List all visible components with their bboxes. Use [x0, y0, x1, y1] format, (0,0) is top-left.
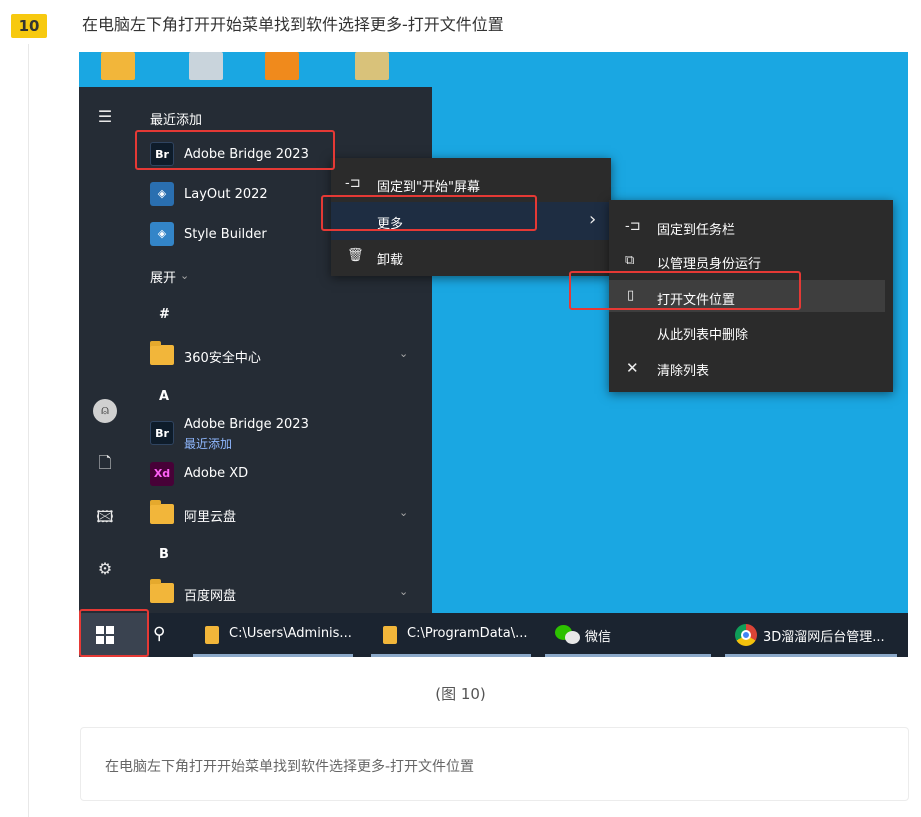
pin-icon: -⊐ — [345, 176, 361, 191]
submenu-item-clear-list[interactable]: 清除列表 — [657, 360, 709, 379]
highlight-box-more — [321, 195, 537, 231]
pictures-icon[interactable]: 🖾 — [93, 505, 117, 529]
user-avatar-icon[interactable]: ⍝ — [93, 399, 117, 423]
note-box: 在电脑左下角打开开始菜单找到软件选择更多-打开文件位置 — [80, 727, 909, 801]
menu-item-pin-to-start[interactable]: 固定到"开始"屏幕 — [377, 176, 480, 195]
desktop-folder-icon[interactable] — [101, 52, 135, 80]
folder-icon — [205, 626, 219, 644]
app-item-baidu-netdisk[interactable]: 百度网盘 — [184, 585, 236, 604]
recent-item-layout[interactable]: LayOut 2022 — [184, 187, 268, 202]
folder-icon — [150, 579, 174, 603]
chevron-down-icon[interactable]: ⌄ — [399, 347, 408, 360]
chevron-right-icon: › — [589, 209, 597, 230]
document-icon[interactable]: 🗋 — [93, 451, 117, 475]
taskbar-item-label: C:\ProgramData\... — [407, 626, 528, 641]
step-number-badge: 10 — [11, 14, 47, 38]
desktop-file-icon[interactable] — [355, 52, 389, 80]
highlight-box-app — [135, 130, 335, 170]
taskbar-item-label: 3D溜溜网后台管理... — [763, 630, 885, 645]
chevron-down-icon[interactable]: ⌄ — [399, 506, 408, 519]
wechat-icon — [555, 625, 581, 645]
app-item-adobe-xd[interactable]: Adobe XD — [184, 466, 248, 481]
style-builder-icon: ◈ — [150, 222, 174, 246]
submenu-item-run-as-admin[interactable]: 以管理员身份运行 — [657, 253, 761, 272]
taskbar-item-explorer-users[interactable]: C:\Users\Adminis... — [193, 613, 361, 657]
search-icon[interactable]: ⚲ — [153, 624, 165, 644]
highlight-box-start — [79, 609, 149, 657]
adobe-xd-icon: Xd — [150, 462, 174, 486]
trash-icon: 🗑 — [347, 248, 364, 263]
group-letter-a[interactable]: A — [159, 389, 169, 404]
submenu-item-pin-to-taskbar[interactable]: 固定到任务栏 — [657, 219, 735, 238]
chevron-down-icon: ⌄ — [180, 269, 190, 282]
chrome-icon — [735, 624, 757, 646]
menu-item-uninstall[interactable]: 卸载 — [377, 249, 403, 268]
folder-icon — [150, 341, 174, 365]
app-item-aliyun-drive[interactable]: 阿里云盘 — [184, 506, 236, 525]
taskbar-item-wechat[interactable]: 微信 — [545, 613, 715, 657]
taskbar-item-explorer-programdata[interactable]: C:\ProgramData\... — [371, 613, 539, 657]
taskbar-item-chrome[interactable]: 3D溜溜网后台管理... — [725, 613, 905, 657]
adobe-bridge-icon: Br — [150, 421, 174, 445]
taskbar-item-label: 微信 — [585, 630, 612, 645]
group-letter-hash[interactable]: # — [159, 307, 170, 322]
recently-added-tag: 最近添加 — [184, 437, 233, 451]
pin-taskbar-icon: -⊐ — [625, 219, 641, 234]
app-item-360[interactable]: 360安全中心 — [184, 347, 261, 366]
desktop-app-icon[interactable] — [265, 52, 299, 80]
highlight-box-open-location — [569, 271, 801, 310]
settings-gear-icon[interactable]: ⚙ — [93, 557, 117, 581]
expand-button[interactable]: 展开 — [150, 267, 176, 286]
app-item-adobe-bridge[interactable]: Adobe Bridge 2023 — [184, 417, 309, 432]
folder-icon — [383, 626, 397, 644]
recent-item-style-builder[interactable]: Style Builder — [184, 227, 267, 242]
run-as-admin-icon: ⧉ — [625, 253, 635, 268]
screenshot: 最近添加 Br Adobe Bridge 2023 ◈ LayOut 2022 … — [79, 52, 908, 657]
taskbar-item-label: C:\Users\Adminis... — [229, 626, 352, 641]
recent-header: 最近添加 — [150, 113, 203, 128]
step-title: 在电脑左下角打开开始菜单找到软件选择更多-打开文件位置 — [82, 15, 504, 34]
tutorial-step: 10 在电脑左下角打开开始菜单找到软件选择更多-打开文件位置 最近添加 Br A… — [0, 0, 921, 817]
desktop-recycle-bin-icon[interactable] — [189, 52, 223, 80]
folder-icon — [150, 500, 174, 524]
close-icon: ✕ — [626, 359, 639, 377]
hamburger-menu-icon[interactable]: ☰ — [93, 105, 117, 129]
figure-caption: (图 10) — [435, 685, 486, 703]
start-menu-rail: ☰ ⍝ 🗋 🖾 ⚙ ⏻ — [79, 87, 131, 631]
submenu-item-remove-from-list[interactable]: 从此列表中删除 — [657, 324, 748, 343]
note-text: 在电脑左下角打开开始菜单找到软件选择更多-打开文件位置 — [105, 759, 475, 775]
taskbar: ⚲ C:\Users\Adminis... C:\ProgramData\...… — [79, 613, 908, 657]
layout-icon: ◈ — [150, 182, 174, 206]
chevron-down-icon[interactable]: ⌄ — [399, 585, 408, 598]
group-letter-b[interactable]: B — [159, 547, 169, 562]
